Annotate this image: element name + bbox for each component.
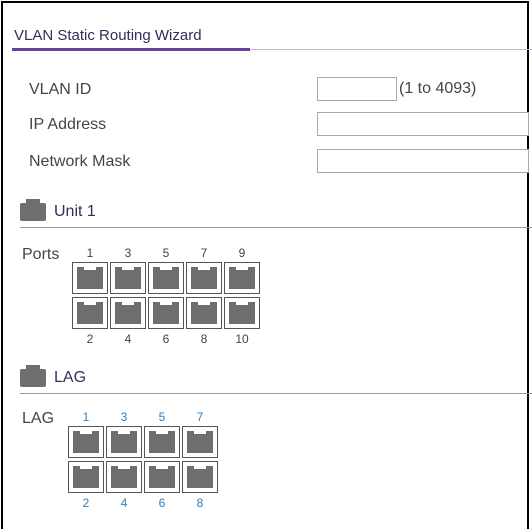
ethernet-port-icon bbox=[73, 465, 99, 488]
network-mask-label: Network Mask bbox=[29, 153, 131, 170]
network-mask-input[interactable] bbox=[317, 149, 529, 173]
ethernet-port-icon bbox=[191, 266, 217, 289]
ethernet-port-icon bbox=[111, 430, 137, 453]
lag-number-7: 7 bbox=[196, 410, 204, 424]
ethernet-port-icon bbox=[187, 430, 213, 453]
title-accent-underline bbox=[12, 48, 250, 51]
lag-number-5: 5 bbox=[158, 410, 166, 424]
unit-number-2: 2 bbox=[86, 332, 94, 346]
unit-number-4: 4 bbox=[124, 332, 132, 346]
vlan-range-hint: (1 to 4093) bbox=[399, 80, 477, 97]
lag-port-3[interactable] bbox=[106, 426, 142, 458]
lag-port-8[interactable] bbox=[182, 461, 218, 493]
lag-number-3: 3 bbox=[120, 410, 128, 424]
unit-number-6: 6 bbox=[162, 332, 170, 346]
ethernet-port-icon bbox=[229, 301, 255, 324]
lag-title: LAG bbox=[54, 369, 87, 386]
ethernet-port-icon bbox=[153, 266, 179, 289]
unit-port-2[interactable] bbox=[72, 297, 108, 329]
lag-divider bbox=[20, 393, 532, 394]
unit-port-3[interactable] bbox=[110, 262, 146, 294]
unit-number-9: 9 bbox=[238, 246, 246, 260]
lag-number-2: 2 bbox=[82, 496, 90, 510]
lag-port-5[interactable] bbox=[144, 426, 180, 458]
ip-address-label: IP Address bbox=[29, 116, 107, 133]
lag-number-1: 1 bbox=[82, 410, 90, 424]
lag-port-6[interactable] bbox=[144, 461, 180, 493]
ethernet-port-icon bbox=[77, 266, 103, 289]
unit-port-4[interactable] bbox=[110, 297, 146, 329]
unit-port-7[interactable] bbox=[186, 262, 222, 294]
lag-port-1[interactable] bbox=[68, 426, 104, 458]
lag-row-label: LAG bbox=[22, 410, 55, 427]
unit-port-1[interactable] bbox=[72, 262, 108, 294]
unit-number-3: 3 bbox=[124, 246, 132, 260]
ethernet-port-icon bbox=[229, 266, 255, 289]
unit-number-10: 10 bbox=[235, 332, 249, 346]
lag-port-2[interactable] bbox=[68, 461, 104, 493]
ethernet-port-icon bbox=[115, 301, 141, 324]
unit-port-5[interactable] bbox=[148, 262, 184, 294]
unit-number-8: 8 bbox=[200, 332, 208, 346]
unit-port-10[interactable] bbox=[224, 297, 260, 329]
unit-icon bbox=[20, 199, 46, 221]
ethernet-port-icon bbox=[111, 465, 137, 488]
ethernet-port-icon bbox=[187, 465, 213, 488]
unit-number-7: 7 bbox=[200, 246, 208, 260]
lag-icon bbox=[20, 365, 46, 387]
ethernet-port-icon bbox=[115, 266, 141, 289]
ethernet-port-icon bbox=[153, 301, 179, 324]
vlan-id-input[interactable] bbox=[317, 77, 397, 101]
ethernet-port-icon bbox=[149, 465, 175, 488]
unit-divider bbox=[20, 227, 532, 228]
ethernet-port-icon bbox=[149, 430, 175, 453]
lag-port-4[interactable] bbox=[106, 461, 142, 493]
ethernet-port-icon bbox=[191, 301, 217, 324]
unit-port-8[interactable] bbox=[186, 297, 222, 329]
ip-address-input[interactable] bbox=[317, 112, 529, 136]
unit-port-6[interactable] bbox=[148, 297, 184, 329]
wizard-title: VLAN Static Routing Wizard bbox=[14, 27, 202, 44]
lag-port-7[interactable] bbox=[182, 426, 218, 458]
lag-number-6: 6 bbox=[158, 496, 166, 510]
vlan-id-label: VLAN ID bbox=[29, 81, 92, 98]
lag-number-4: 4 bbox=[120, 496, 128, 510]
lag-number-8: 8 bbox=[196, 496, 204, 510]
unit-number-1: 1 bbox=[86, 246, 94, 260]
ports-label: Ports bbox=[22, 246, 60, 263]
unit-port-9[interactable] bbox=[224, 262, 260, 294]
unit-title: Unit 1 bbox=[54, 203, 96, 220]
ethernet-port-icon bbox=[73, 430, 99, 453]
wizard-panel: VLAN Static Routing Wizard VLAN ID (1 to… bbox=[1, 1, 532, 529]
ethernet-port-icon bbox=[77, 301, 103, 324]
unit-number-5: 5 bbox=[162, 246, 170, 260]
